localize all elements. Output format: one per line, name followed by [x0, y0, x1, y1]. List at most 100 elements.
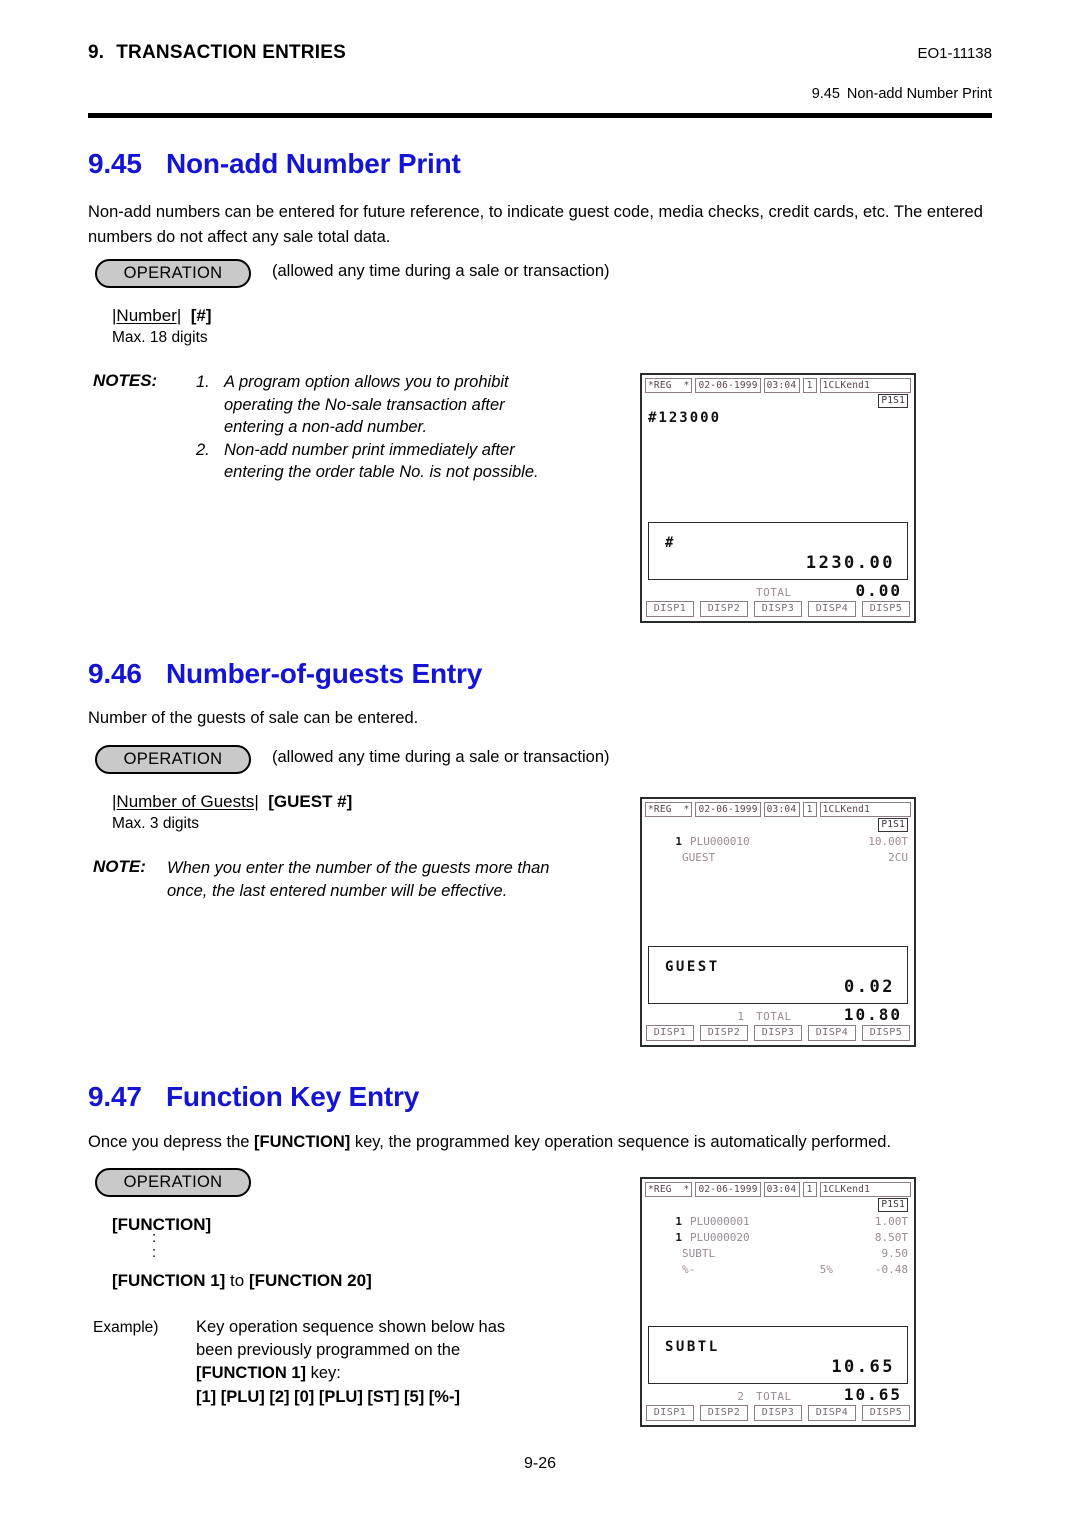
- operation-badge-947: OPERATION: [95, 1168, 251, 1197]
- function-range-mid: to: [225, 1271, 249, 1290]
- display-total-row: 2 TOTAL 10.65: [642, 1384, 914, 1404]
- example-label: Example): [93, 1319, 159, 1336]
- display-line-text: #123000: [648, 410, 722, 426]
- display-status-bar: *REG * 02-06-1999 03:04 1 1CLKend1: [642, 1179, 914, 1197]
- section-heading-947: Function Key Entry: [166, 1081, 420, 1112]
- example-line-1: Key operation sequence shown below has: [196, 1318, 506, 1336]
- status-mode: *REG *: [645, 1182, 693, 1197]
- operation-badge-946: OPERATION: [95, 745, 251, 774]
- softkey-disp4[interactable]: DISP4: [808, 1025, 856, 1041]
- softkey-disp4[interactable]: DISP4: [808, 601, 856, 617]
- display-page-station-row: P1S1: [642, 1197, 914, 1212]
- display-total-label: TOTAL: [756, 1390, 792, 1403]
- status-date: 02-06-1999: [695, 378, 761, 393]
- example-line-3: [FUNCTION 1] key:: [196, 1362, 596, 1385]
- note-text-946-wrap: When you enter the number of the guests …: [167, 857, 557, 902]
- function-key-range: [FUNCTION 1] to [FUNCTION 20]: [112, 1271, 372, 1291]
- display-line: #123000: [648, 410, 908, 426]
- operation-note-946: (allowed any time during a sale or trans…: [272, 748, 610, 766]
- display-softkey-row: DISP1 DISP2 DISP3 DISP4 DISP5: [642, 1404, 914, 1425]
- display-main-value: 1230.00: [805, 553, 895, 573]
- display-line-amount: 1.00T: [874, 1215, 908, 1228]
- display-line: 1 PLU000001 1.00T: [648, 1214, 908, 1230]
- operation-note-945: (allowed any time during a sale or trans…: [272, 262, 610, 280]
- section-title-946: 9.46 Number-of-guests Entry: [88, 658, 482, 690]
- display-total-label: TOTAL: [756, 586, 792, 599]
- display-line-name: PLU000001: [690, 1215, 750, 1228]
- note-label-946: NOTE:: [93, 857, 146, 876]
- display-line: SUBTL 9.50: [648, 1246, 908, 1262]
- display-line-amount: 2CU: [888, 851, 908, 864]
- display-status-bar: *REG * 02-06-1999 03:04 1 1CLKend1: [642, 799, 914, 817]
- section-947-paragraph-bold: [FUNCTION]: [254, 1133, 351, 1151]
- display-line: 1 PLU000020 8.50T: [648, 1230, 908, 1246]
- note-text: Non-add number print immediately after e…: [224, 440, 539, 482]
- display-lines: 1 PLU000010 10.00T GUEST 2CU: [642, 832, 914, 942]
- status-page-station: P1S1: [878, 1198, 908, 1212]
- display-lines: #123000: [642, 408, 914, 518]
- status-mode: *REG *: [645, 378, 693, 393]
- note-item: 1. A program option allows you to prohibi…: [196, 371, 566, 439]
- display-nonadd: *REG * 02-06-1999 03:04 1 1CLKend1 P1S1 …: [640, 373, 916, 623]
- display-line-name: GUEST: [682, 851, 716, 864]
- softkey-disp3[interactable]: DISP3: [754, 1025, 802, 1041]
- note-number: 1.: [196, 373, 210, 391]
- display-line-name: PLU000020: [690, 1231, 750, 1244]
- softkey-disp3[interactable]: DISP3: [754, 601, 802, 617]
- status-mode: *REG *: [645, 802, 693, 817]
- max-digits-945: Max. 18 digits: [112, 329, 208, 346]
- display-line-qty: 1: [675, 835, 682, 848]
- display-page-station-row: P1S1: [642, 393, 914, 408]
- softkey-disp5[interactable]: DISP5: [862, 1405, 910, 1421]
- operation-badge-945: OPERATION: [95, 259, 251, 288]
- key-name-945: [#]: [190, 306, 212, 325]
- display-line-qty: 1: [675, 1215, 682, 1228]
- display-softkey-row: DISP1 DISP2 DISP3 DISP4 DISP5: [642, 600, 914, 621]
- softkey-disp2[interactable]: DISP2: [700, 601, 748, 617]
- note-text-946: When you enter the number of the guests …: [167, 859, 550, 900]
- function-ellipsis-1: :: [152, 1229, 157, 1246]
- softkey-disp2[interactable]: DISP2: [700, 1025, 748, 1041]
- note-item: 2. Non-add number print immediately after…: [196, 439, 566, 484]
- softkey-disp1[interactable]: DISP1: [646, 1025, 694, 1041]
- status-clerk: 1CLKend1: [819, 378, 911, 393]
- section-number-945: 9.45: [88, 148, 142, 179]
- header-running-section: 9.45 Non-add Number Print: [812, 86, 992, 102]
- display-total-qty: 1: [737, 1010, 744, 1023]
- softkey-disp5[interactable]: DISP5: [862, 601, 910, 617]
- display-page-station-row: P1S1: [642, 817, 914, 832]
- softkey-disp4[interactable]: DISP4: [808, 1405, 856, 1421]
- status-time: 03:04: [763, 378, 800, 393]
- softkey-disp1[interactable]: DISP1: [646, 1405, 694, 1421]
- header-chapter-number: 9.: [88, 42, 105, 63]
- section-947-paragraph-pre: Once you depress the: [88, 1133, 255, 1151]
- display-lines: 1 PLU000001 1.00T 1 PLU000020 8.50T SUBT…: [642, 1212, 914, 1322]
- display-line-name: SUBTL: [682, 1247, 716, 1260]
- softkey-disp2[interactable]: DISP2: [700, 1405, 748, 1421]
- section-947-paragraph: Once you depress the [FUNCTION] key, the…: [88, 1130, 1008, 1155]
- key-name-946: [GUEST #]: [268, 792, 353, 811]
- display-main-label: SUBTL: [665, 1339, 720, 1355]
- softkey-disp1[interactable]: DISP1: [646, 601, 694, 617]
- example-line-2: been previously programmed on the: [196, 1341, 461, 1359]
- display-line-amount: 10.00T: [868, 835, 908, 848]
- status-clerk: 1CLKend1: [819, 1182, 911, 1197]
- key-sequence-945: |Number| [#]: [112, 306, 212, 326]
- status-page-station: P1S1: [878, 394, 908, 408]
- display-line-amount: 8.50T: [874, 1231, 908, 1244]
- softkey-disp5[interactable]: DISP5: [862, 1025, 910, 1041]
- display-function: *REG * 02-06-1999 03:04 1 1CLKend1 P1S1 …: [640, 1177, 916, 1427]
- section-947-paragraph-post: key, the programmed key operation sequen…: [350, 1133, 892, 1151]
- section-heading-945: Non-add Number Print: [166, 148, 461, 179]
- status-register-no: 1: [802, 1182, 817, 1197]
- display-main-panel: SUBTL 10.65: [648, 1326, 908, 1384]
- page-header: 9. TRANSACTION ENTRIES EO1-11138 9.45 Non-…: [88, 42, 992, 112]
- max-digits-946: Max. 3 digits: [112, 815, 200, 832]
- function-ellipsis-2: :: [152, 1244, 157, 1261]
- display-total-value: 0.00: [855, 581, 902, 600]
- softkey-disp3[interactable]: DISP3: [754, 1405, 802, 1421]
- footer-page-number: 9-26: [523, 1455, 557, 1472]
- example-function-key: [FUNCTION 1]: [196, 1364, 306, 1382]
- display-total-label: TOTAL: [756, 1010, 792, 1023]
- display-line-mid: 5%: [819, 1263, 833, 1276]
